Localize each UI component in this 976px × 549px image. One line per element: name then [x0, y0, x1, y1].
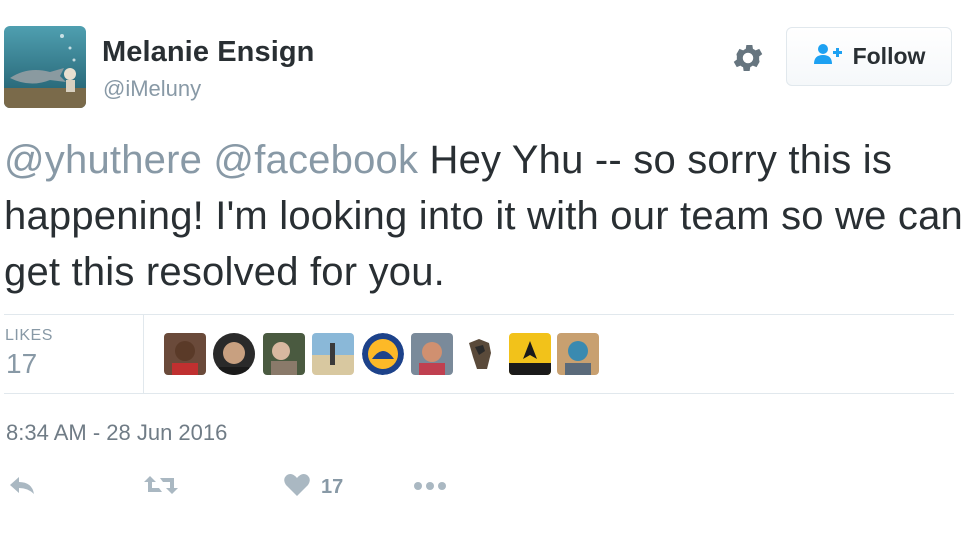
liker-avatar[interactable] [362, 333, 404, 375]
liker-avatar[interactable] [213, 333, 255, 375]
heart-icon [283, 473, 311, 502]
divider [4, 393, 954, 394]
likes-label: LIKES [5, 327, 53, 344]
liker-avatar[interactable] [263, 333, 305, 375]
author-handle[interactable]: @iMeluny [103, 76, 201, 102]
liker-avatar[interactable] [312, 333, 354, 375]
author-name[interactable]: Melanie Ensign [102, 36, 315, 69]
liker-avatar[interactable] [164, 333, 206, 375]
mention-link[interactable]: @yhuthere [4, 138, 202, 182]
follow-button[interactable]: Follow [786, 27, 952, 86]
liker-avatar[interactable] [509, 333, 551, 375]
retweet-icon [143, 473, 179, 502]
reply-button[interactable] [8, 472, 36, 502]
gear-icon[interactable] [730, 40, 766, 76]
liker-avatar[interactable] [557, 333, 599, 375]
tweet-text: @yhuthere @facebook Hey Yhu -- so sorry … [4, 132, 964, 300]
more-icon [413, 478, 447, 496]
liker-avatar[interactable] [461, 333, 503, 375]
retweet-button[interactable] [143, 472, 179, 502]
follow-button-label: Follow [852, 43, 926, 69]
mention-link[interactable]: @facebook [213, 138, 418, 182]
stats-divider [143, 315, 144, 393]
like-count: 17 [321, 475, 344, 498]
liker-avatar[interactable] [411, 333, 453, 375]
divider [4, 314, 954, 315]
follow-user-icon [813, 42, 843, 71]
tweet-timestamp[interactable]: 8:34 AM - 28 Jun 2016 [6, 420, 227, 446]
reply-icon [8, 473, 36, 502]
like-button[interactable]: 17 [283, 472, 343, 502]
more-button[interactable] [413, 472, 447, 502]
likes-count[interactable]: 17 [6, 348, 37, 380]
author-avatar[interactable] [4, 26, 86, 108]
tweet-card: Melanie Ensign @iMeluny Follow @yhuthere… [0, 0, 976, 549]
